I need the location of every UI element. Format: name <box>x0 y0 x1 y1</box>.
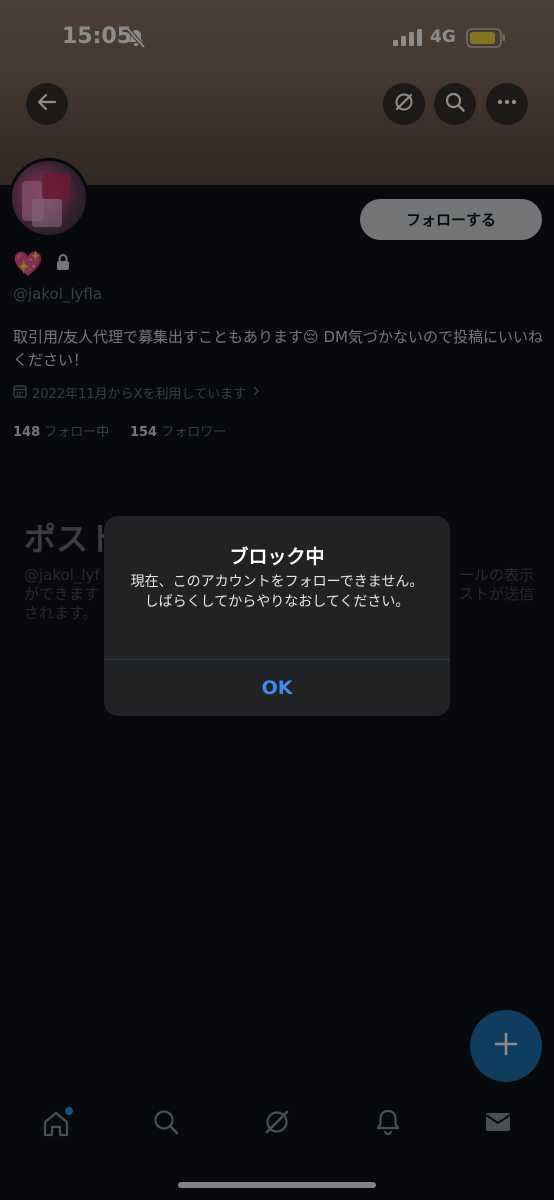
ok-button[interactable]: OK <box>104 660 450 716</box>
profile-screen: 15:05 4G フォローする 💖 @jakol_lyfla 取引用/友人代理で… <box>0 0 554 1200</box>
dialog-title: ブロック中 <box>229 546 325 568</box>
blocked-alert-dialog: ブロック中 現在、このアカウントをフォローできません。しばらくしてからやりなおし… <box>104 516 450 716</box>
dialog-message: 現在、このアカウントをフォローできません。しばらくしてからやりなおしてください。 <box>130 574 424 610</box>
